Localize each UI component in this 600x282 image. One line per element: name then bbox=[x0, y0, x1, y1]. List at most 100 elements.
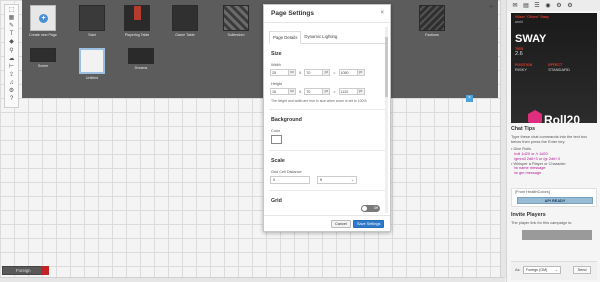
scale-heading: Scale bbox=[271, 158, 285, 164]
close-icon[interactable]: × bbox=[380, 10, 384, 16]
banner-value: 2.6 bbox=[515, 51, 523, 57]
unit-suffix: un bbox=[289, 69, 296, 76]
width-total-input[interactable]: 1050 bbox=[338, 69, 358, 76]
horizontal-scrollbar[interactable] bbox=[0, 277, 505, 282]
page-thumb[interactable]: Scene bbox=[28, 48, 58, 68]
page-thumb[interactable]: Factions bbox=[417, 5, 447, 37]
page-settings-dialog: Page Settings × Page Details Dynamic Lig… bbox=[263, 4, 391, 232]
text-icon[interactable]: T bbox=[5, 30, 18, 38]
page-thumb-new[interactable]: + Create new Page bbox=[28, 5, 58, 37]
height-row: 16 un X 70 px = 1120 px bbox=[270, 88, 390, 95]
background-heading: Background bbox=[271, 117, 302, 123]
dialog-scrollbar[interactable] bbox=[385, 27, 388, 213]
page-thumb[interactable]: Start bbox=[77, 5, 107, 37]
page-label: Start bbox=[88, 33, 96, 37]
chat-tips-title: Chat Tips bbox=[511, 126, 536, 132]
banner-value: RISKY bbox=[515, 67, 528, 72]
equals-sign: = bbox=[333, 70, 336, 75]
grid-heading: Grid bbox=[271, 198, 282, 204]
grid-cell-row: 5 ft ⌄ bbox=[270, 176, 390, 184]
dialog-title: Page Settings × bbox=[264, 5, 390, 23]
left-toolbar: ⬚ ▦ ✎ T ◆ ⚲ ☁ ⊢ ⇪ ♫ ⚙ ? bbox=[4, 4, 19, 108]
page-thumb[interactable]: Sollendom bbox=[221, 5, 251, 37]
banner-value: STANDARD bbox=[548, 67, 570, 72]
sidebar-tabs: ✉ ▤ ☰ ◉ ⚙ ⚙ bbox=[507, 0, 600, 11]
pencil-icon[interactable]: ✎ bbox=[5, 21, 18, 29]
page-label: Sollendom bbox=[227, 33, 245, 37]
dialog-footer: Cancel Save Settings bbox=[264, 215, 390, 231]
gear-icon[interactable]: ⚙ bbox=[554, 2, 564, 9]
collapse-pages-button[interactable]: × bbox=[466, 95, 473, 102]
times-sign: X bbox=[299, 89, 302, 94]
book-icon[interactable]: ▤ bbox=[521, 2, 531, 9]
page-thumb[interactable]: Game Table bbox=[170, 5, 200, 37]
fog-icon[interactable]: ☁ bbox=[5, 54, 18, 62]
invite-section: Invite Players The player link for this … bbox=[511, 212, 597, 226]
cancel-button[interactable]: Cancel bbox=[331, 220, 351, 228]
divider bbox=[269, 190, 385, 191]
speaking-as-select[interactable]: Foreign (GM) ⌄ bbox=[523, 266, 561, 274]
width-row: 25 un X 70 px = 1050 px bbox=[270, 69, 390, 76]
grid-cell-distance-input[interactable]: 5 bbox=[270, 176, 310, 184]
speaking-as-value: Foreign (GM) bbox=[526, 268, 548, 272]
chevron-down-icon: ⌄ bbox=[554, 268, 558, 272]
right-sidebar: ✉ ▤ ☰ ◉ ⚙ ⚙ Villain "Citizen" Sway world… bbox=[506, 0, 600, 282]
height-total-input[interactable]: 1120 bbox=[338, 88, 358, 95]
help-icon[interactable]: ? bbox=[5, 95, 18, 103]
dialog-title-text: Page Settings bbox=[271, 10, 314, 17]
ruler-icon[interactable]: ⊢ bbox=[5, 62, 18, 70]
as-label: As: bbox=[515, 268, 521, 272]
color-label: Color bbox=[271, 129, 281, 133]
invite-title: Invite Players bbox=[511, 212, 546, 218]
banner-head: Villain "Citizen" Sway bbox=[515, 15, 549, 19]
unit-suffix: px bbox=[323, 88, 331, 95]
size-heading: Size bbox=[271, 51, 282, 57]
grid-cell-unit-select[interactable]: ft ⌄ bbox=[317, 176, 357, 184]
height-units-input[interactable]: 16 bbox=[270, 88, 289, 95]
send-button[interactable]: Send bbox=[573, 266, 591, 274]
height-label: Height bbox=[271, 82, 282, 86]
page-thumb[interactable]: Dreams bbox=[126, 48, 156, 70]
zoom-icon[interactable]: ⚲ bbox=[5, 46, 18, 54]
grid-toggle[interactable]: Off bbox=[361, 205, 380, 212]
unit-suffix: un bbox=[289, 88, 296, 95]
page-thumb-selected[interactable]: Untitled bbox=[77, 48, 107, 80]
settings-icon[interactable]: ⚙ bbox=[5, 87, 18, 95]
invite-link-box[interactable] bbox=[522, 230, 592, 240]
select-icon[interactable]: ⬚ bbox=[5, 5, 18, 13]
map-icon[interactable]: ▦ bbox=[5, 13, 18, 21]
grid-cell-label: Grid Cell Distance bbox=[271, 170, 302, 174]
save-settings-button[interactable]: Save Settings bbox=[353, 220, 385, 228]
unit-suffix: px bbox=[357, 88, 365, 95]
tip-gm-code: /w gm message bbox=[514, 169, 542, 175]
banner-name: SWAY bbox=[515, 33, 547, 45]
dialog-tabs: Page Details Dynamic Lighting bbox=[269, 31, 385, 44]
chat-icon[interactable]: ✉ bbox=[510, 2, 520, 9]
equals-sign: = bbox=[333, 89, 336, 94]
width-px-input[interactable]: 70 bbox=[304, 69, 324, 76]
brand-logo-text: Roll20 bbox=[544, 113, 581, 123]
layer-color-swatch bbox=[41, 266, 49, 275]
settings-icon[interactable]: ⚙ bbox=[565, 2, 575, 9]
page-thumb[interactable]: Playerlog Table bbox=[122, 5, 152, 37]
compendium-icon[interactable]: ◉ bbox=[543, 2, 553, 9]
page-label: Scene bbox=[37, 64, 49, 68]
tab-page-details[interactable]: Page Details bbox=[269, 31, 302, 44]
add-page-icon[interactable]: + bbox=[39, 14, 48, 23]
tab-dynamic-lighting[interactable]: Dynamic Lighting bbox=[301, 31, 340, 43]
width-units-input[interactable]: 25 bbox=[270, 69, 289, 76]
height-px-input[interactable]: 70 bbox=[304, 88, 324, 95]
chat-tips-intro: Type these chat commands into the text b… bbox=[511, 134, 588, 144]
unit-suffix: px bbox=[323, 69, 331, 76]
grid-cell-unit-value: ft bbox=[320, 178, 322, 182]
width-label: Width bbox=[271, 63, 281, 67]
divider bbox=[269, 150, 385, 151]
chat-tips: Chat Tips Type these chat commands into … bbox=[511, 126, 597, 176]
jukebox-icon[interactable]: ♫ bbox=[5, 79, 18, 87]
background-color-swatch[interactable] bbox=[271, 135, 282, 144]
zoom-in-button[interactable]: + bbox=[482, 2, 500, 14]
dice-icon[interactable]: ◆ bbox=[5, 38, 18, 46]
api-ready-badge: API READY bbox=[517, 197, 593, 204]
upload-icon[interactable]: ⇪ bbox=[5, 71, 18, 79]
journal-icon[interactable]: ☰ bbox=[532, 2, 542, 9]
